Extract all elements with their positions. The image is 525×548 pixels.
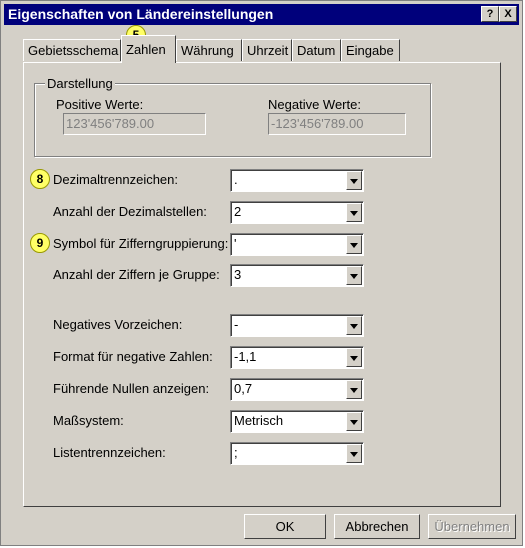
dialog-window: Eigenschaften von Ländereinstellungen ? …	[0, 0, 523, 546]
negative-number-format-label: Format für negative Zahlen:	[53, 349, 213, 364]
tab-uhrzeit[interactable]: Uhrzeit	[242, 39, 292, 61]
darstellung-legend: Darstellung	[45, 76, 115, 91]
window-title: Eigenschaften von Ländereinstellungen	[8, 6, 274, 22]
decimal-places-label: Anzahl der Dezimalstellen:	[53, 204, 207, 219]
tab-datum[interactable]: Datum	[292, 39, 341, 61]
close-button[interactable]: X	[499, 6, 517, 22]
tab-gebietsschema[interactable]: Gebietsschema	[23, 39, 121, 61]
tab-zahlen[interactable]: Zahlen	[121, 35, 176, 63]
negative-sign-value: -	[234, 317, 239, 332]
ok-button[interactable]: OK	[244, 514, 326, 539]
measurement-system-select[interactable]: Metrisch	[230, 410, 364, 433]
callout-badge-9: 9	[30, 233, 50, 253]
list-separator-value: ;	[234, 445, 238, 460]
chevron-down-icon[interactable]	[346, 412, 362, 431]
leading-zeros-select[interactable]: 0,7	[230, 378, 364, 401]
negative-sign-select[interactable]: -	[230, 314, 364, 337]
list-separator-label: Listentrennzeichen:	[53, 445, 166, 460]
tab-waehrung[interactable]: Währung	[176, 39, 242, 61]
title-bar[interactable]: Eigenschaften von Ländereinstellungen ? …	[4, 4, 519, 25]
chevron-down-icon[interactable]	[346, 444, 362, 463]
chevron-down-icon[interactable]	[346, 235, 362, 254]
callout-badge-8: 8	[30, 169, 50, 189]
chevron-down-icon[interactable]	[346, 266, 362, 285]
digit-grouping-symbol-value: '	[234, 236, 237, 251]
help-button[interactable]: ?	[481, 6, 499, 22]
decimal-separator-select[interactable]: .	[230, 169, 364, 192]
decimal-separator-label: Dezimaltrennzeichen:	[53, 172, 179, 187]
negative-values-preview: -123'456'789.00	[268, 113, 406, 135]
tab-eingabe[interactable]: Eingabe	[341, 39, 400, 61]
digits-per-group-select[interactable]: 3	[230, 264, 364, 287]
digit-grouping-symbol-select[interactable]: '	[230, 233, 364, 256]
cancel-button[interactable]: Abbrechen	[334, 514, 420, 539]
measurement-system-value: Metrisch	[234, 413, 284, 428]
negative-number-format-select[interactable]: -1,1	[230, 346, 364, 369]
chevron-down-icon[interactable]	[346, 348, 362, 367]
positive-values-label: Positive Werte:	[56, 97, 144, 112]
list-separator-select[interactable]: ;	[230, 442, 364, 465]
chevron-down-icon[interactable]	[346, 380, 362, 399]
digits-per-group-value: 3	[234, 267, 242, 282]
negative-number-format-value: -1,1	[234, 349, 257, 364]
chevron-down-icon[interactable]	[346, 316, 362, 335]
decimal-separator-value: .	[234, 172, 238, 187]
negative-values-label: Negative Werte:	[268, 97, 361, 112]
measurement-system-label: Maßsystem:	[53, 413, 124, 428]
chevron-down-icon[interactable]	[346, 171, 362, 190]
chevron-down-icon[interactable]	[346, 203, 362, 222]
apply-button[interactable]: Übernehmen	[428, 514, 516, 539]
digits-per-group-label: Anzahl der Ziffern je Gruppe:	[53, 267, 220, 282]
leading-zeros-label: Führende Nullen anzeigen:	[53, 381, 210, 396]
positive-values-preview: 123'456'789.00	[63, 113, 206, 135]
decimal-places-value: 2	[234, 204, 242, 219]
digit-grouping-symbol-label: Symbol für Zifferngruppierung:	[53, 236, 229, 251]
negative-sign-label: Negatives Vorzeichen:	[53, 317, 183, 332]
decimal-places-select[interactable]: 2	[230, 201, 364, 224]
leading-zeros-value: 0,7	[234, 381, 253, 396]
